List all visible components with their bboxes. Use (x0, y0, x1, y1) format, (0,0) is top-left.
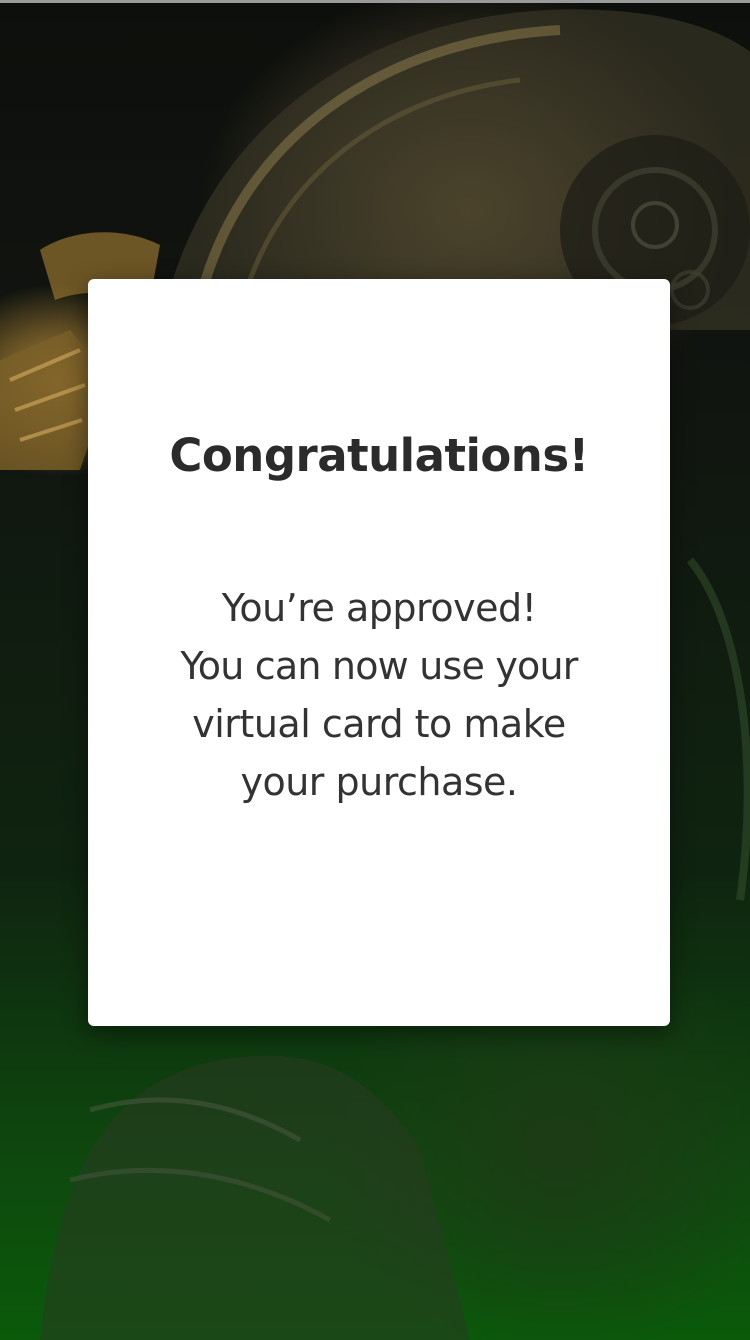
approval-dialog: Congratulations! You’re approved! You ca… (88, 279, 670, 1026)
message-line: your purchase. (240, 760, 518, 804)
message-line: You’re approved! (221, 586, 537, 630)
dialog-title: Congratulations! (169, 429, 589, 482)
dialog-message: You’re approved! You can now use your vi… (118, 579, 640, 811)
message-line: virtual card to make (192, 702, 566, 746)
message-line: You can now use your (180, 644, 578, 688)
approval-screen: Congratulations! You’re approved! You ca… (0, 0, 750, 1340)
